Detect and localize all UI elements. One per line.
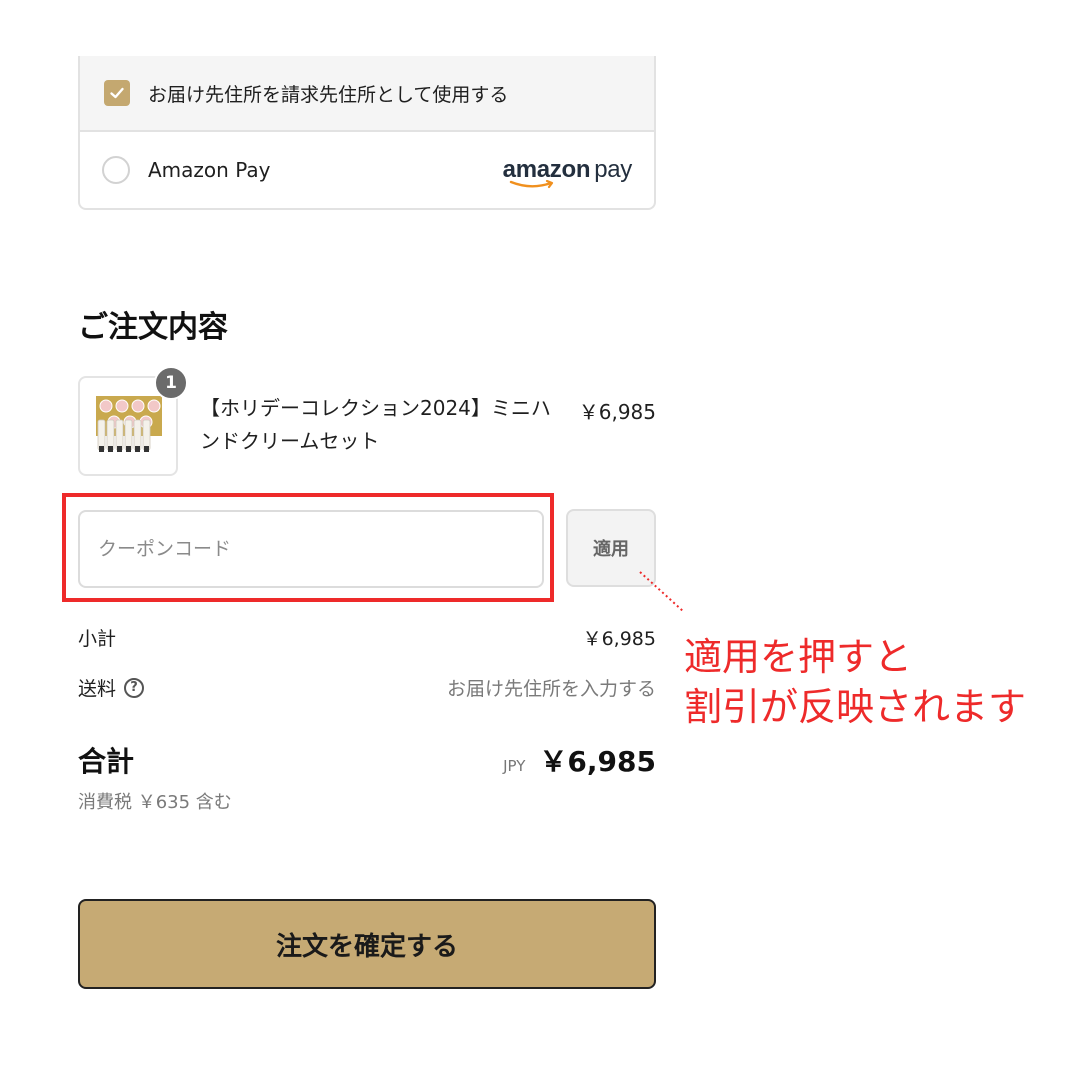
coupon-highlight-annotation [62, 493, 554, 602]
amazon-pay-option[interactable]: Amazon Pay amazon pay [80, 132, 654, 208]
annotation-line-2: 割引が反映されます [684, 685, 1027, 729]
shipping-value: お届け先住所を入力する [446, 678, 656, 700]
billing-same-checkbox[interactable] [104, 80, 130, 106]
payment-options-box: お届け先住所を請求先住所として使用する Amazon Pay amazon pay [78, 56, 656, 210]
tax-note: 消費税 ￥635 含む [78, 792, 232, 813]
total-value: ￥6,985 [539, 745, 656, 778]
currency-code: JPY [503, 757, 526, 775]
total-amount: JPY ￥6,985 [503, 740, 656, 780]
confirm-order-button[interactable]: 注文を確定する [78, 899, 656, 989]
subtotal-label: 小計 [78, 628, 117, 650]
total-label: 合計 [78, 745, 135, 778]
billing-same-row[interactable]: お届け先住所を請求先住所として使用する [80, 56, 654, 132]
annotation-dotted-line [639, 571, 685, 613]
amazon-pay-logo: amazon pay [503, 156, 632, 189]
product-price: ￥6,985 [578, 400, 656, 424]
apply-annotation-text: 適用を押すと 割引が反映されます [684, 632, 1026, 732]
help-icon[interactable]: ? [124, 677, 145, 698]
shipping-row-label: 送料 ? [78, 674, 145, 701]
shipping-label: 送料 [78, 678, 117, 700]
hand-cream-set-image [96, 396, 162, 452]
subtotal-value: ￥6,985 [582, 628, 656, 650]
billing-same-label: お届け先住所を請求先住所として使用する [148, 83, 509, 106]
annotation-line-1: 適用を押すと [684, 635, 913, 679]
quantity-badge: 1 [154, 366, 188, 400]
order-summary-title: ご注文内容 [78, 310, 228, 345]
checkmark-icon [110, 87, 124, 99]
amazon-pay-radio[interactable] [102, 156, 130, 184]
product-name: 【ホリデーコレクション2024】ミニハンドクリームセット [200, 396, 551, 453]
amazon-pay-label: Amazon Pay [148, 158, 271, 182]
amazon-smile-icon [509, 180, 553, 189]
